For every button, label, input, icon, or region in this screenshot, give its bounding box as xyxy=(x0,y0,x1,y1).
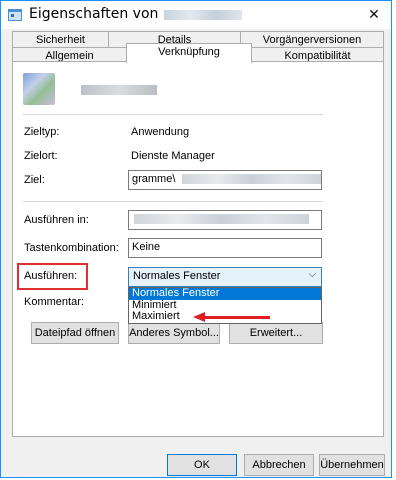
ausfuehren-in-label: Ausführen in: xyxy=(24,214,89,226)
tab-label: Sicherheit xyxy=(36,34,85,46)
anderes-symbol-button[interactable]: Anderes Symbol... xyxy=(128,322,220,344)
ziel-value: gramme\ xyxy=(132,173,176,185)
annotation-highlight-box xyxy=(17,263,88,290)
dateipfad-oeffnen-button[interactable]: Dateipfad öffnen xyxy=(31,322,119,344)
tab-vorgaengerversionen[interactable]: Vorgängerversionen xyxy=(240,31,384,48)
shortcut-window-icon xyxy=(8,9,22,21)
close-icon[interactable]: ✕ xyxy=(357,1,391,29)
zieltyp-value: Anwendung xyxy=(131,126,190,138)
annotation-arrow-shaft xyxy=(204,316,270,319)
dropdown-option-normales-fenster[interactable]: Normales Fenster xyxy=(129,288,321,300)
redacted-path xyxy=(134,214,309,225)
uebernehmen-button[interactable]: Übernehmen xyxy=(319,454,385,476)
redacted-path xyxy=(182,174,321,185)
tab-sicherheit[interactable]: Sicherheit xyxy=(12,31,109,48)
divider xyxy=(23,114,323,115)
tastenkombination-field[interactable]: Keine xyxy=(128,238,322,258)
zielort-value: Dienste Manager xyxy=(131,150,215,162)
ausfuehren-in-field[interactable] xyxy=(128,210,322,230)
zieltyp-label: Zieltyp: xyxy=(24,126,60,138)
tastenkombination-label: Tastenkombination: xyxy=(24,242,119,254)
zielort-label: Zielort: xyxy=(24,150,58,162)
redacted-file-name xyxy=(164,10,242,20)
window-title: Eigenschaften von xyxy=(29,6,159,22)
ziel-label: Ziel: xyxy=(24,174,45,186)
ziel-field[interactable]: gramme\ xyxy=(128,170,322,190)
abbrechen-button[interactable]: Abbrechen xyxy=(244,454,314,476)
tab-label: Vorgängerversionen xyxy=(262,34,362,46)
title-bar[interactable]: Eigenschaften von ✕ xyxy=(1,1,391,29)
erweitert-button[interactable]: Erweitert... xyxy=(229,322,323,344)
divider xyxy=(23,201,323,202)
kommentar-label: Kommentar: xyxy=(24,296,84,308)
ok-button[interactable]: OK xyxy=(167,454,237,476)
properties-dialog: Eigenschaften von ✕ Sicherheit Details V… xyxy=(0,0,392,478)
tab-label: Verknüpfung xyxy=(158,46,220,58)
redacted-shortcut-name xyxy=(81,85,157,95)
chevron-down-icon: ⌵ xyxy=(308,269,316,280)
app-icon xyxy=(23,73,55,105)
tab-verknuepfung[interactable]: Verknüpfung xyxy=(126,43,252,63)
ausfuehren-select[interactable]: Normales Fenster ⌵ xyxy=(128,267,322,287)
tastenkombination-value: Keine xyxy=(132,241,161,253)
ausfuehren-selected-value: Normales Fenster xyxy=(133,270,221,282)
